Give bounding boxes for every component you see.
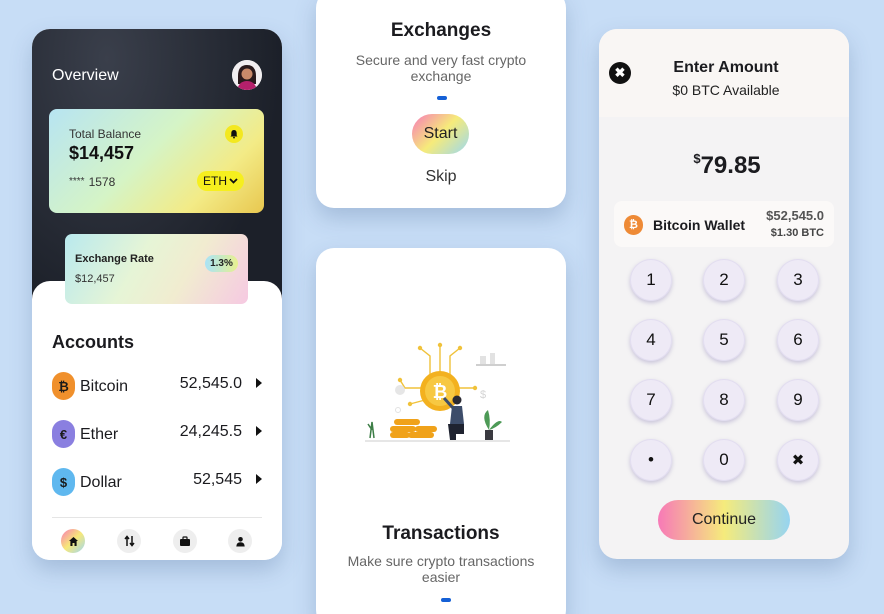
wallet-btc: $1.30 BTC bbox=[770, 227, 824, 239]
overview-phone: Overview Total Balance $14,457 **** 1578 … bbox=[32, 29, 282, 560]
nav-profile-button[interactable] bbox=[228, 529, 252, 553]
caret-right-icon bbox=[256, 426, 262, 436]
divider bbox=[52, 517, 262, 518]
key-6[interactable]: 6 bbox=[777, 319, 819, 361]
svg-text:$: $ bbox=[480, 389, 486, 401]
account-row-bitcoin[interactable]: ₿ Bitcoin 52,545.0 bbox=[52, 372, 262, 400]
total-balance-label: Total Balance bbox=[69, 127, 142, 141]
exchange-rate-label: Exchange Rate bbox=[75, 253, 154, 265]
user-icon bbox=[235, 536, 245, 546]
amount-value: 79.85 bbox=[700, 152, 761, 179]
page-indicator bbox=[437, 96, 447, 100]
chevron-down-icon bbox=[229, 178, 238, 184]
accounts-title: Accounts bbox=[52, 332, 135, 352]
exchanges-subtitle: Secure and very fast crypto exchange bbox=[355, 52, 527, 84]
key-4[interactable]: 4 bbox=[630, 319, 672, 361]
wallet-selector[interactable]: ₿ Bitcoin Wallet $52,545.0 $1.30 BTC bbox=[614, 201, 834, 247]
swap-icon bbox=[123, 535, 135, 547]
key-decimal[interactable]: • bbox=[630, 439, 672, 481]
card-mask: **** bbox=[69, 176, 85, 187]
transactions-title: Transactions bbox=[382, 523, 500, 544]
nav-transfer-button[interactable] bbox=[117, 529, 141, 553]
exchanges-card: Exchanges Secure and very fast crypto ex… bbox=[316, 0, 566, 208]
avatar[interactable] bbox=[232, 60, 262, 90]
bitcoin-icon: ₿ bbox=[52, 372, 75, 400]
exchange-rate-value: $12,457 bbox=[75, 273, 115, 285]
transactions-card: ₿ $ Transactions Make sure crypto transa… bbox=[316, 248, 566, 614]
wallet-balance: $52,545.0 bbox=[766, 208, 824, 223]
caret-right-icon bbox=[256, 378, 262, 388]
account-row-ether[interactable]: € Ether 24,245.5 bbox=[52, 420, 262, 448]
amount-header: ✖ Enter Amount $0 BTC Available bbox=[599, 29, 849, 117]
key-delete[interactable]: ✖ bbox=[777, 439, 819, 481]
skip-button[interactable]: Skip bbox=[316, 168, 566, 186]
card-number: **** 1578 bbox=[69, 175, 115, 189]
key-5[interactable]: 5 bbox=[703, 319, 745, 361]
euro-icon: € bbox=[52, 420, 75, 448]
page-title: Overview bbox=[52, 67, 119, 84]
briefcase-icon bbox=[180, 535, 190, 546]
caret-right-icon bbox=[256, 474, 262, 484]
total-balance-card[interactable]: Total Balance $14,457 **** 1578 ETH bbox=[49, 109, 264, 213]
key-3[interactable]: 3 bbox=[777, 259, 819, 301]
account-name: Dollar bbox=[80, 474, 122, 491]
available-balance: $0 BTC Available bbox=[672, 82, 780, 98]
currency-symbol: $ bbox=[693, 151, 701, 166]
exchanges-title: Exchanges bbox=[390, 20, 492, 41]
key-0[interactable]: 0 bbox=[703, 439, 745, 481]
bitcoin-icon: ₿ bbox=[624, 215, 643, 235]
page-indicator bbox=[441, 598, 451, 602]
account-value: 24,245.5 bbox=[179, 423, 242, 440]
crypto-illustration: ₿ $ bbox=[365, 342, 510, 442]
home-icon bbox=[68, 536, 78, 546]
key-2[interactable]: 2 bbox=[703, 259, 745, 301]
account-name: Ether bbox=[80, 426, 119, 443]
transactions-subtitle: Make sure crypto transactions easier bbox=[347, 553, 535, 585]
account-value: 52,545 bbox=[193, 471, 242, 488]
account-value: 52,545.0 bbox=[179, 375, 242, 392]
rate-change-badge: 1.3% bbox=[205, 255, 238, 272]
account-name: Bitcoin bbox=[80, 378, 129, 395]
start-button[interactable]: Start bbox=[412, 114, 469, 154]
currency-select[interactable]: ETH bbox=[197, 171, 244, 191]
key-9[interactable]: 9 bbox=[777, 379, 819, 421]
dollar-icon: $ bbox=[52, 468, 75, 496]
key-1[interactable]: 1 bbox=[630, 259, 672, 301]
accounts-panel: Accounts ₿ Bitcoin 52,545.0 € Ether 24,2… bbox=[32, 281, 282, 560]
key-7[interactable]: 7 bbox=[630, 379, 672, 421]
amount-display: $79.85 bbox=[599, 151, 849, 180]
wallet-name: Bitcoin Wallet bbox=[653, 217, 746, 233]
currency-select-value: ETH bbox=[203, 174, 227, 188]
card-last4: 1578 bbox=[88, 175, 116, 189]
total-balance-amount: $14,457 bbox=[69, 143, 135, 163]
exchange-rate-card[interactable]: Exchange Rate $12,457 1.3% bbox=[65, 234, 248, 304]
account-row-dollar[interactable]: $ Dollar 52,545 bbox=[52, 468, 262, 496]
bell-icon[interactable] bbox=[225, 125, 243, 143]
amount-title: Enter Amount bbox=[673, 59, 779, 76]
nav-home-button[interactable] bbox=[61, 529, 85, 553]
continue-button[interactable]: Continue bbox=[658, 500, 790, 540]
key-8[interactable]: 8 bbox=[703, 379, 745, 421]
nav-wallet-button[interactable] bbox=[173, 529, 197, 553]
enter-amount-phone: ✖ Enter Amount $0 BTC Available $79.85 ₿… bbox=[599, 29, 849, 559]
